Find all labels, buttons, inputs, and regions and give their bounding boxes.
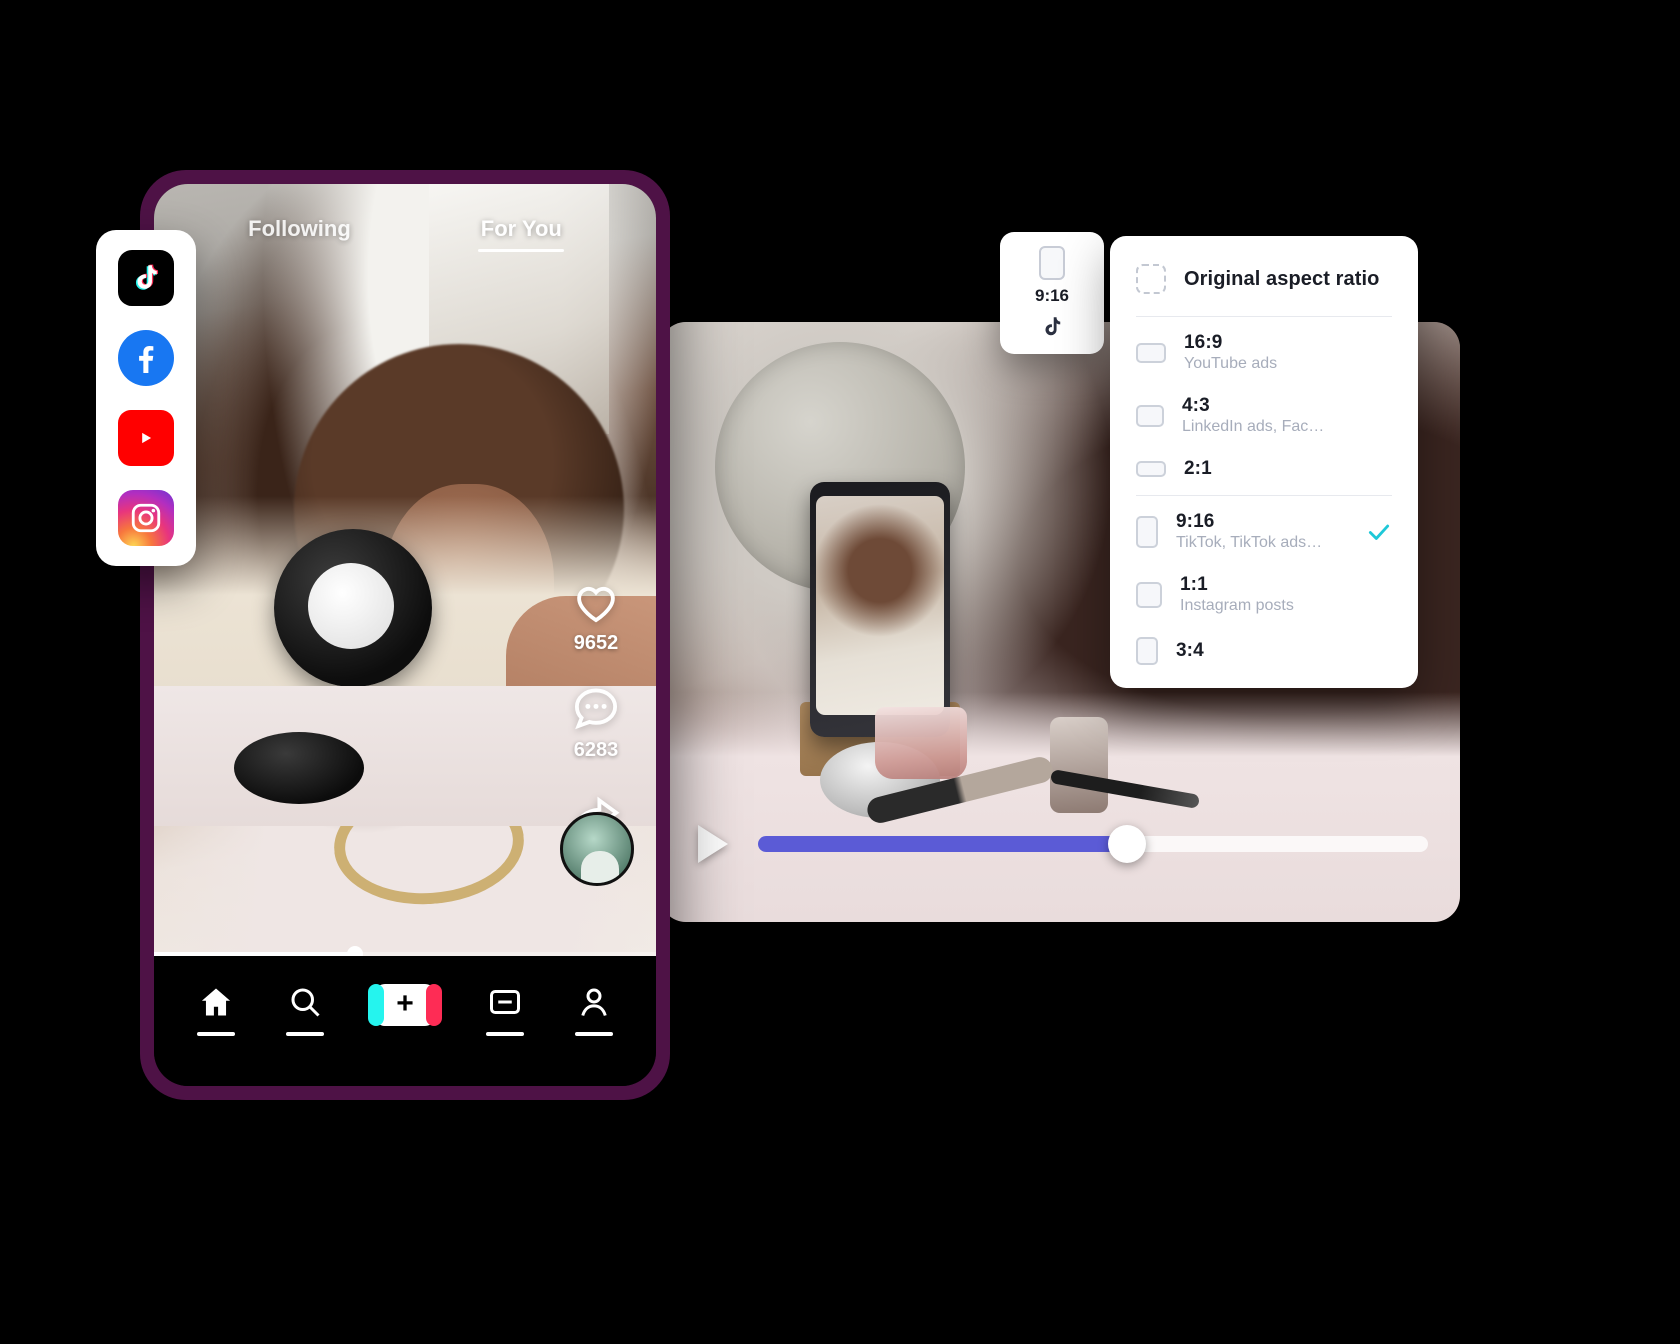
dashed-frame-icon bbox=[1136, 264, 1166, 294]
nav-create[interactable]: + bbox=[367, 984, 442, 1026]
nav-discover[interactable] bbox=[285, 984, 324, 1036]
facebook-glyph bbox=[139, 346, 154, 373]
option-title: 3:4 bbox=[1176, 640, 1204, 661]
composite-stage: Following For You 9652 6283 + 9:16 Origi… bbox=[0, 0, 1680, 1344]
ratio-3-4-icon bbox=[1136, 637, 1158, 665]
ratio-1-1-icon bbox=[1136, 581, 1162, 608]
option-2-1[interactable]: 2:1 bbox=[1110, 447, 1418, 491]
home-icon bbox=[202, 988, 231, 1016]
option-3-4[interactable]: 3:4 bbox=[1110, 626, 1418, 676]
option-title: 2:1 bbox=[1184, 458, 1212, 479]
tab-following[interactable]: Following bbox=[248, 216, 351, 242]
like-count: 9652 bbox=[573, 632, 619, 654]
nav-inbox[interactable] bbox=[486, 984, 525, 1036]
comment-count: 6283 bbox=[573, 739, 619, 761]
tiktok-icon bbox=[1045, 317, 1061, 336]
ratio-thumb-icon bbox=[1039, 246, 1065, 280]
option-1-1[interactable]: 1:1 Instagram posts bbox=[1110, 563, 1418, 626]
video-progress-fill bbox=[758, 836, 1127, 852]
ratio-chip-label: 9:16 bbox=[1034, 286, 1070, 305]
like-action[interactable]: 9652 bbox=[569, 574, 623, 655]
divider bbox=[1136, 316, 1392, 317]
play-button[interactable] bbox=[692, 822, 734, 866]
plus-icon: + bbox=[367, 984, 442, 1026]
comment-action[interactable]: 6283 bbox=[569, 681, 623, 762]
option-title: 1:1 bbox=[1180, 574, 1208, 595]
phone-mockup: Following For You 9652 6283 + bbox=[140, 170, 670, 1100]
youtube-glyph bbox=[142, 432, 152, 444]
powder-jar-prop bbox=[234, 732, 364, 804]
option-subtitle: Instagram posts bbox=[1180, 597, 1294, 614]
option-9-16[interactable]: 9:16 TikTok, TikTok ads… bbox=[1110, 500, 1418, 563]
nav-indicator bbox=[285, 1032, 324, 1036]
youtube-icon[interactable] bbox=[118, 410, 174, 466]
option-title: 9:16 bbox=[1176, 511, 1215, 532]
instagram-glyph bbox=[131, 503, 161, 533]
nav-indicator bbox=[574, 1032, 613, 1036]
phone-prop bbox=[810, 482, 950, 737]
nav-indicator bbox=[486, 1032, 525, 1036]
profile-icon bbox=[581, 988, 607, 1016]
tab-for-you[interactable]: For You bbox=[481, 216, 562, 242]
video-progress-handle[interactable] bbox=[1107, 825, 1146, 863]
avatar[interactable] bbox=[560, 812, 634, 886]
search-icon bbox=[291, 988, 320, 1017]
divider bbox=[1136, 495, 1392, 496]
comment-icon bbox=[574, 688, 618, 730]
nav-indicator bbox=[197, 1032, 236, 1036]
option-subtitle: LinkedIn ads, Fac… bbox=[1182, 418, 1325, 435]
facebook-icon[interactable] bbox=[118, 330, 174, 386]
jar-prop bbox=[875, 707, 967, 779]
nav-home[interactable] bbox=[197, 984, 236, 1036]
option-16-9[interactable]: 16:9 YouTube ads bbox=[1110, 321, 1418, 384]
heart-icon bbox=[577, 586, 615, 623]
nav-profile[interactable] bbox=[574, 984, 613, 1036]
ratio-9-16-icon bbox=[1136, 515, 1158, 548]
aspect-ratio-dropdown: Original aspect ratio 16:9 YouTube ads 4… bbox=[1110, 236, 1418, 688]
play-icon bbox=[698, 825, 728, 863]
inbox-icon bbox=[490, 990, 521, 1014]
option-subtitle: TikTok, TikTok ads… bbox=[1176, 534, 1323, 551]
ratio-2-1-icon bbox=[1136, 461, 1166, 477]
phone-prop-screen bbox=[816, 496, 944, 715]
ratio-4-3-icon bbox=[1136, 404, 1164, 427]
option-original-aspect-ratio[interactable]: Original aspect ratio bbox=[1110, 242, 1418, 312]
tiktok-glyph bbox=[135, 264, 159, 290]
option-4-3[interactable]: 4:3 LinkedIn ads, Fac… bbox=[1110, 384, 1418, 447]
phone-screen: Following For You 9652 6283 + bbox=[154, 184, 656, 1086]
bottle-prop bbox=[1050, 717, 1108, 813]
current-ratio-chip[interactable]: 9:16 bbox=[1000, 232, 1104, 354]
social-platform-stack bbox=[96, 230, 196, 566]
tiktok-icon[interactable] bbox=[118, 250, 174, 306]
feed-tabs: Following For You bbox=[154, 184, 656, 274]
option-subtitle: YouTube ads bbox=[1184, 355, 1278, 372]
compact-powder-prop bbox=[274, 529, 432, 687]
option-title: Original aspect ratio bbox=[1184, 267, 1380, 290]
ratio-16-9-icon bbox=[1136, 342, 1166, 363]
bottom-nav: + bbox=[154, 956, 656, 1086]
check-icon bbox=[1368, 524, 1390, 540]
instagram-icon[interactable] bbox=[118, 490, 174, 546]
player-controls bbox=[660, 814, 1460, 874]
option-title: 16:9 bbox=[1184, 332, 1223, 353]
video-progress-bar[interactable] bbox=[758, 825, 1428, 863]
option-title: 4:3 bbox=[1182, 395, 1210, 416]
